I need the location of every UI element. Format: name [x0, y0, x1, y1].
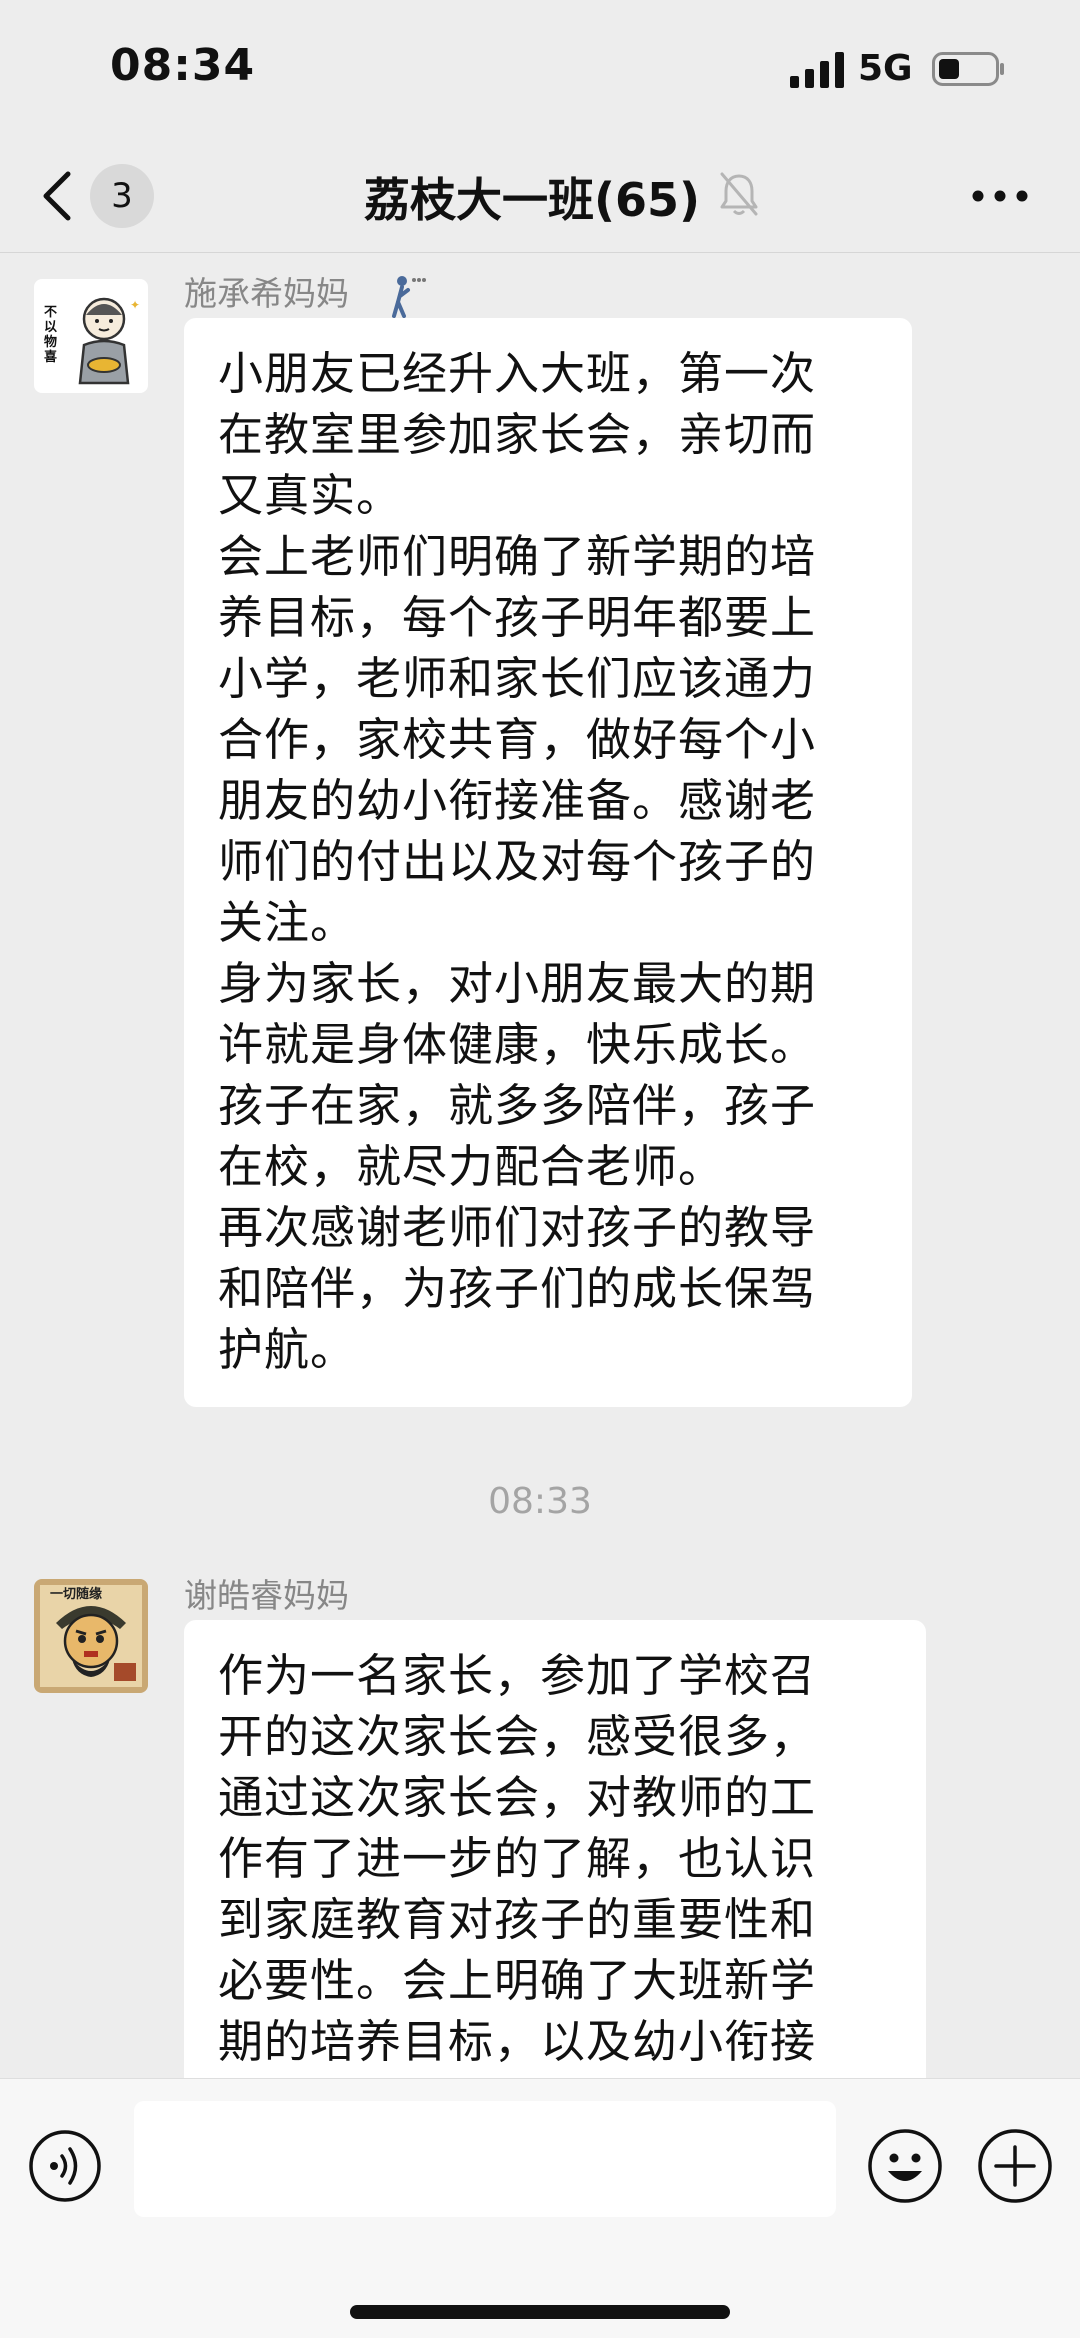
- message-input[interactable]: [134, 2101, 836, 2217]
- bell-slash-icon: [720, 172, 758, 216]
- input-bar: [0, 2078, 1080, 2338]
- avatar[interactable]: ✦ 不以物喜: [34, 279, 148, 393]
- network-label: 5G: [858, 48, 913, 89]
- chat-message-list[interactable]: ✦ 不以物喜 施承希妈妈 小朋友已经升入大班，第一次 在教室里参加家长会，亲切而…: [0, 253, 1080, 2078]
- chat-title: 荔枝大一班(65): [364, 173, 701, 227]
- message-text: 作为一名家长，参加了学校召 开的这次家长会，感受很多， 通过这次家长会，对教师的…: [218, 1649, 817, 2068]
- message-bubble[interactable]: 小朋友已经升入大班，第一次 在教室里参加家长会，亲切而 又真实。 会上老师们明确…: [184, 318, 912, 1407]
- avatar-caption: 不以物喜: [44, 305, 58, 365]
- svg-text:✦: ✦: [130, 298, 140, 312]
- status-time: 08:34: [110, 40, 256, 91]
- sender-name: 施承希妈妈: [184, 267, 426, 318]
- sender-name-text: 施承希妈妈: [184, 274, 349, 313]
- more-dots-icon[interactable]: [970, 176, 1030, 216]
- sender-name: 谢皓睿妈妈: [184, 1576, 349, 1615]
- person-status-icon: [391, 275, 426, 318]
- battery-icon: [932, 52, 1004, 86]
- voice-icon[interactable]: [28, 2129, 102, 2203]
- emoji-icon[interactable]: [866, 2127, 944, 2205]
- unread-count-badge[interactable]: 3: [90, 164, 154, 228]
- timestamp-divider: 08:33: [488, 1481, 592, 1522]
- home-indicator[interactable]: [350, 2305, 730, 2319]
- message-text: 小朋友已经升入大班，第一次 在教室里参加家长会，亲切而 又真实。 会上老师们明确…: [218, 347, 817, 1376]
- chat-header: 3 荔枝大一班(65): [0, 140, 1080, 253]
- signal-icon: [790, 52, 844, 88]
- back-chevron-icon[interactable]: [40, 170, 74, 222]
- status-bar: 08:34 5G: [0, 0, 1080, 140]
- plus-icon[interactable]: [976, 2127, 1054, 2205]
- avatar-caption: 一切随缘: [50, 1587, 103, 1602]
- avatar[interactable]: 一切随缘: [34, 1579, 148, 1693]
- message-bubble[interactable]: 作为一名家长，参加了学校召 开的这次家长会，感受很多， 通过这次家长会，对教师的…: [184, 1620, 926, 2078]
